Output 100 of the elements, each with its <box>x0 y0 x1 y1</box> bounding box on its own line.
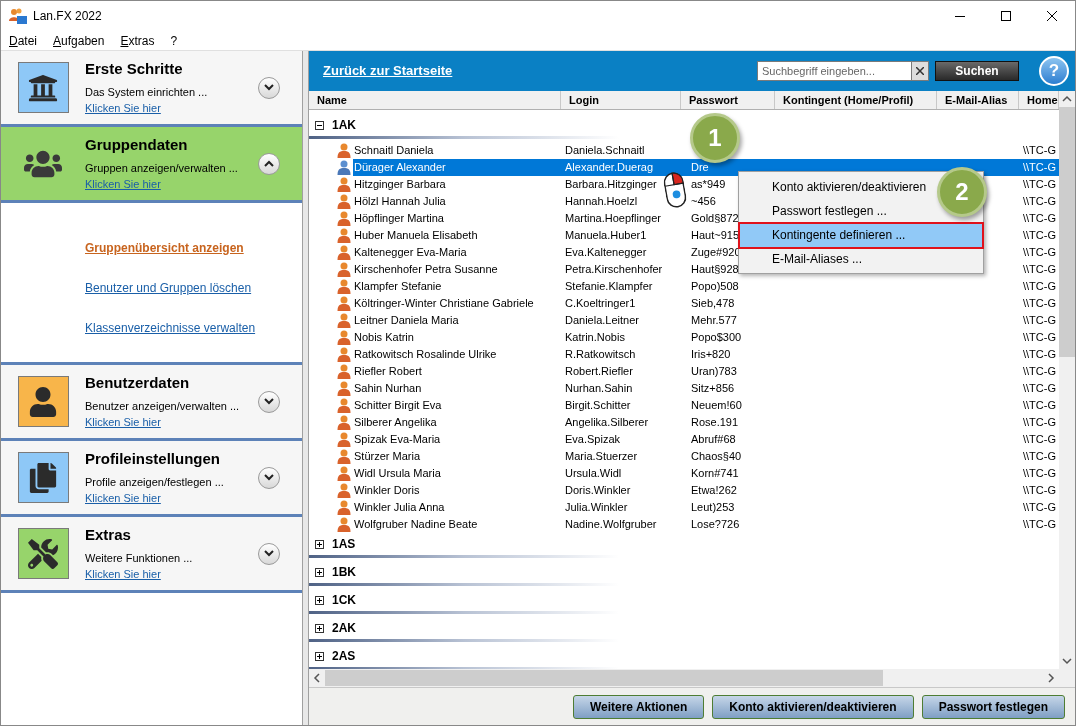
group-label: 1AS <box>332 536 356 553</box>
password-cell: Mehr.577 <box>691 314 737 327</box>
menu-item[interactable]: Aufgaben <box>53 31 105 50</box>
expand-toggle[interactable] <box>315 651 324 661</box>
toggle-button[interactable] <box>258 152 280 175</box>
expand-toggle[interactable] <box>315 539 324 549</box>
menu-item[interactable]: Kontingente definieren ... <box>740 223 982 247</box>
clear-button[interactable] <box>911 61 929 81</box>
password-cell: Korn#741 <box>691 467 739 480</box>
search-button[interactable]: Suchen <box>935 61 1019 81</box>
bank-icon <box>28 72 58 103</box>
task-link[interactable]: Gruppenübersicht anzeigen <box>85 239 244 257</box>
expand-toggle[interactable] <box>315 623 324 633</box>
home-cell: \\TC-G <box>1023 433 1056 446</box>
login-cell: Daniela.Schnaitl <box>565 144 645 157</box>
name-cell: Silberer Angelika <box>354 416 437 429</box>
menu-item[interactable]: Extras <box>120 31 155 50</box>
name-cell: Leitner Daniela Maria <box>354 314 459 327</box>
password-cell: Rose.191 <box>691 416 739 429</box>
section-subtitle: Profile anzeigen/festlegen ... <box>85 475 225 490</box>
home-cell: \\TC-G <box>1023 212 1056 225</box>
home-cell: \\TC-G <box>1023 399 1056 412</box>
back-link[interactable]: Zurück zur Startseite <box>323 61 453 81</box>
password-cell: Dre <box>691 161 709 174</box>
sidebar-section[interactable]: Profileinstellungen Profile anzeigen/festlegen ... Klicken Sie hier <box>1 441 302 517</box>
section-link[interactable]: Klicken Sie hier <box>85 414 161 430</box>
name-cell: Kirschenhofer Petra Susanne <box>354 263 498 276</box>
login-cell: Katrin.Nobis <box>565 331 625 344</box>
section-title: Profileinstellungen <box>85 449 221 469</box>
toggle-button[interactable] <box>258 466 280 489</box>
password-cell: Chaos§40 <box>691 450 742 463</box>
menu-item[interactable]: E-Mail-Aliases ... <box>772 250 863 268</box>
login-cell: Doris.Winkler <box>565 484 631 497</box>
sidebar-section[interactable]: Benutzerdaten Benutzer anzeigen/verwalten ... Klicken Sie hier <box>1 365 302 441</box>
sidebar-section[interactable]: Extras Weitere Funktionen ... Klicken Sie hier <box>1 517 302 593</box>
home-cell: \\TC-G <box>1023 314 1056 327</box>
group-label: 2AS <box>332 648 356 665</box>
password-cell: Leut)253 <box>691 501 735 514</box>
login-cell: Angelika.Silberer <box>565 416 649 429</box>
collapse-toggle[interactable] <box>315 120 324 130</box>
section-title: Gruppendaten <box>85 135 189 155</box>
section-title: Extras <box>85 525 132 545</box>
column-header[interactable]: E-Mail-Alias <box>937 91 1019 109</box>
section-subtitle: Das System einrichten ... <box>85 85 209 100</box>
sidebar-section[interactable]: Erste Schritte Das System einrichten ... Klicken Sie hier <box>1 51 302 127</box>
menu-item[interactable]: Datei <box>9 31 38 50</box>
search-field[interactable]: Suchbegriff eingeben... <box>757 61 911 81</box>
name-cell: Dürager Alexander <box>354 161 446 174</box>
horizontal-scrollbar[interactable] <box>309 669 1059 687</box>
action-button[interactable]: Passwort festlegen <box>921 694 1065 719</box>
login-cell: Nadine.Wolfgruber <box>565 518 657 531</box>
name-cell: Hölzl Hannah Julia <box>354 195 446 208</box>
action-button[interactable]: Weitere Aktionen <box>572 694 705 719</box>
menu-item[interactable]: ? <box>170 31 178 50</box>
home-cell: \\TC-G <box>1023 144 1056 157</box>
chevron-down-icon <box>264 474 274 481</box>
column-header[interactable]: Name <box>309 91 561 109</box>
home-cell: \\TC-G <box>1023 178 1056 191</box>
task-link[interactable]: Klassenverzeichnisse verwalten <box>85 319 256 337</box>
login-cell: Robert.Riefler <box>565 365 633 378</box>
section-link[interactable]: Klicken Sie hier <box>85 490 161 506</box>
column-header[interactable]: Kontingent (Home/Profil) <box>775 91 937 109</box>
toggle-button[interactable] <box>258 390 280 413</box>
close-icon <box>1047 11 1057 21</box>
vertical-scrollbar[interactable] <box>1059 91 1075 687</box>
section-link[interactable]: Klicken Sie hier <box>85 176 161 192</box>
expand-toggle[interactable] <box>315 595 324 605</box>
window-title: Lan.FX 2022 <box>33 8 102 25</box>
chevron-down-icon <box>264 398 274 405</box>
action-button[interactable]: Konto aktivieren/deaktivieren <box>712 694 914 719</box>
password-cell: Iris+820 <box>691 348 731 361</box>
scrollbar-thumb[interactable] <box>1059 107 1075 357</box>
expand-toggle[interactable] <box>315 567 324 577</box>
column-header[interactable]: Passwort <box>681 91 775 109</box>
scrollbar-thumb[interactable] <box>325 670 883 686</box>
plus-icon <box>317 597 322 603</box>
home-cell: \\TC-G <box>1023 416 1056 429</box>
column-header[interactable]: Login <box>561 91 681 109</box>
group-label: 1AK <box>332 117 356 134</box>
login-cell: Daniela.Leitner <box>565 314 639 327</box>
menu-item[interactable]: Konto aktivieren/deaktivieren <box>772 178 927 196</box>
login-cell: Hannah.Hoelzl <box>565 195 638 208</box>
section-link[interactable]: Klicken Sie hier <box>85 566 161 582</box>
section-link[interactable]: Klicken Sie hier <box>85 100 161 116</box>
task-link[interactable]: Benutzer und Gruppen löschen <box>85 279 252 297</box>
login-cell: Eva.Spizak <box>565 433 621 446</box>
sidebar-section[interactable]: Gruppendaten Gruppen anzeigen/verwalten ... Klicken Sie hier <box>1 127 302 203</box>
password-cell: as*949 <box>691 178 726 191</box>
login-cell: Eva.Kaltenegger <box>565 246 647 259</box>
login-cell: Ursula.Widl <box>565 467 622 480</box>
name-cell: Sahin Nurhan <box>354 382 422 395</box>
password-cell: Abruf#68 <box>691 433 736 446</box>
home-cell: \\TC-G <box>1023 229 1056 242</box>
toggle-button[interactable] <box>258 542 280 565</box>
plus-icon <box>317 569 322 575</box>
menu-item[interactable]: Passwort festlegen ... <box>772 202 887 220</box>
app-logo-icon <box>9 8 27 24</box>
section-title: Benutzerdaten <box>85 373 191 393</box>
home-cell: \\TC-G <box>1023 467 1056 480</box>
toggle-button[interactable] <box>258 76 280 99</box>
